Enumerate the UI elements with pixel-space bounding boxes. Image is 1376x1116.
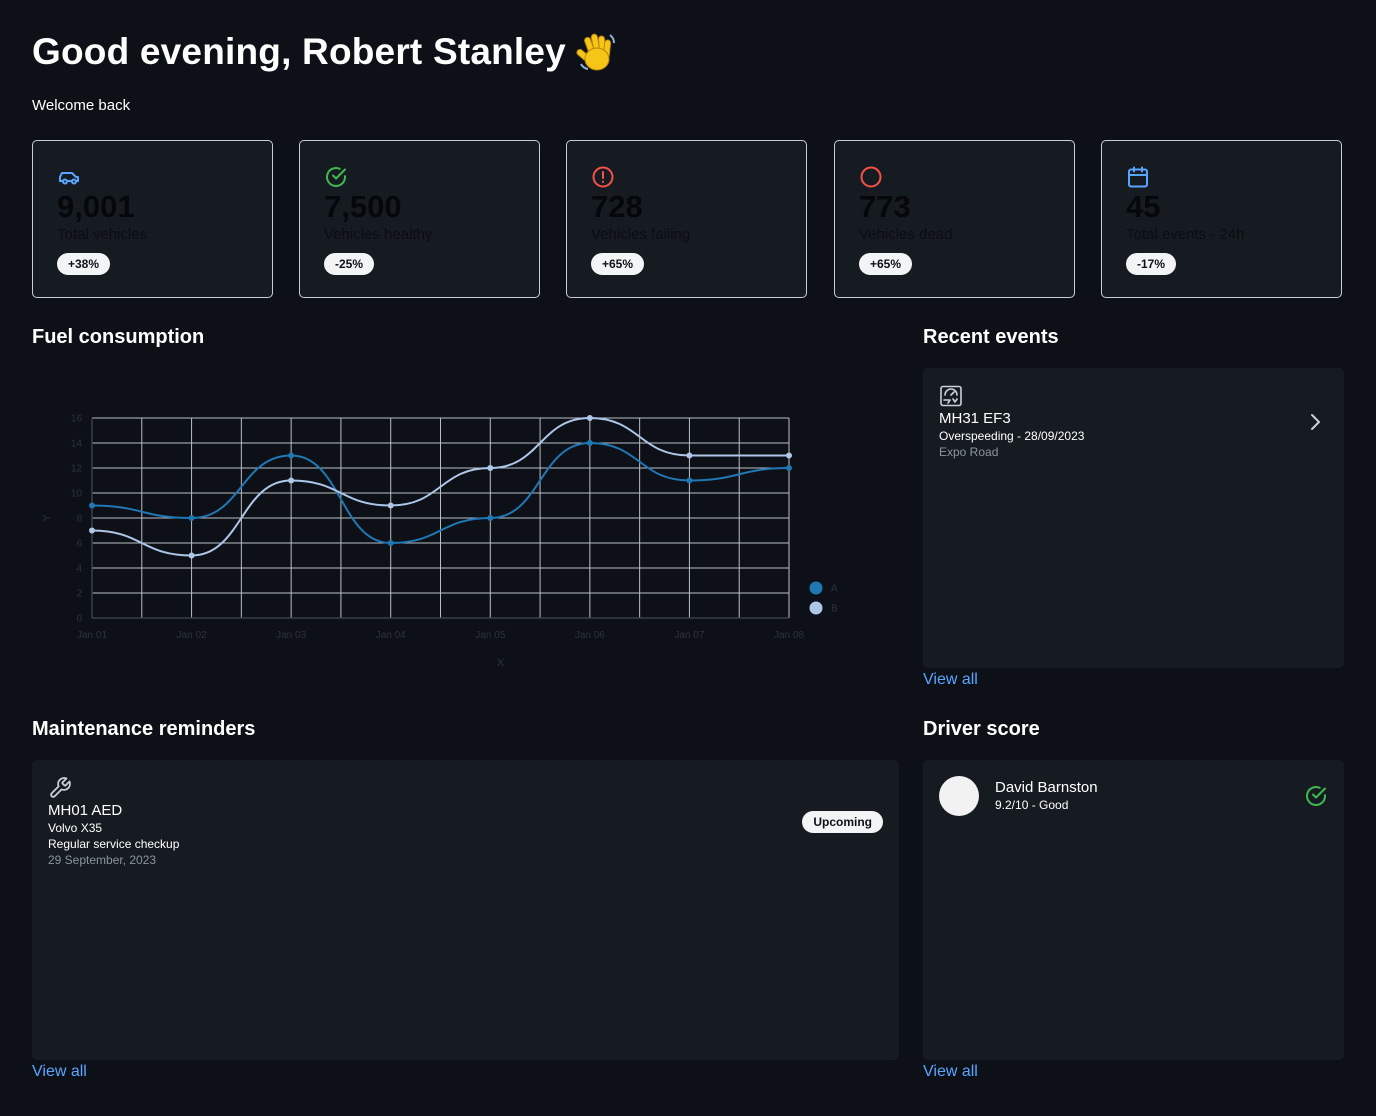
driver-score-panel: David Barnston 9.2/10 - Good bbox=[923, 760, 1344, 1060]
x-tick-label: Jan 06 bbox=[575, 630, 605, 641]
event-location: Expo Road bbox=[939, 445, 999, 459]
maintenance-task: Regular service checkup bbox=[48, 837, 180, 851]
x-tick-label: Jan 07 bbox=[674, 630, 704, 641]
driver-name: David Barnston bbox=[995, 779, 1098, 796]
y-tick-label: 14 bbox=[71, 439, 83, 450]
maintenance-panel: MH01 AED Volvo X35 Regular service check… bbox=[32, 760, 899, 1060]
recent-events-title: Recent events bbox=[923, 326, 1059, 348]
avatar bbox=[939, 776, 979, 816]
car-icon bbox=[59, 172, 79, 185]
driver-score-title: Driver score bbox=[923, 718, 1040, 740]
stat-value: 7,500 bbox=[324, 189, 402, 224]
greeting-heading: Good evening, Robert Stanley bbox=[32, 28, 620, 76]
stat-value: 773 bbox=[859, 189, 911, 224]
y-tick-label: 10 bbox=[71, 489, 83, 500]
x-tick-label: Jan 04 bbox=[376, 630, 406, 641]
maintenance-date: 29 September, 2023 bbox=[48, 853, 157, 867]
x-tick-label: Jan 03 bbox=[276, 630, 306, 641]
stat-label: Vehicles failing bbox=[591, 226, 691, 243]
stat-card-vehicles-failing: 728 Vehicles failing +65% bbox=[566, 140, 807, 298]
data-point-A bbox=[786, 465, 792, 471]
y-tick-label: 12 bbox=[71, 464, 83, 475]
stat-value: 9,001 bbox=[57, 189, 135, 224]
legend-label-A: A bbox=[831, 584, 838, 595]
greeting-text: Good evening, Robert Stanley bbox=[32, 31, 566, 72]
x-tick-label: Jan 02 bbox=[177, 630, 207, 641]
driver-item[interactable]: David Barnston 9.2/10 - Good bbox=[923, 760, 1344, 832]
event-detail: Overspeeding - 28/09/2023 bbox=[939, 429, 1085, 443]
data-point-B bbox=[288, 477, 295, 484]
data-point-B bbox=[786, 452, 792, 459]
stat-card-vehicles-healthy: 7,500 Vehicles healthy -25% bbox=[299, 140, 540, 298]
wrench-icon bbox=[50, 777, 71, 798]
maintenance-item[interactable]: MH01 AED Volvo X35 Regular service check… bbox=[32, 760, 899, 880]
data-point-B bbox=[188, 552, 195, 559]
x-tick-label: Jan 01 bbox=[77, 630, 107, 641]
circle-icon bbox=[860, 166, 882, 188]
stat-change-badge: -25% bbox=[324, 253, 375, 275]
status-badge: Upcoming bbox=[802, 811, 883, 833]
data-point-B bbox=[586, 415, 593, 421]
stat-label: Vehicles healthy bbox=[324, 226, 433, 243]
data-point-A bbox=[188, 515, 195, 521]
y-tick-label: 4 bbox=[76, 564, 82, 575]
stat-label: Total events - 24h bbox=[1126, 226, 1245, 243]
fuel-consumption-chart: 0 2 4 6 8 10 12 14 16 Jan 01 Jan 02 Jan 03 Jan 04 Jan… bbox=[41, 414, 838, 670]
fuel-consumption-title: Fuel consumption bbox=[32, 326, 205, 348]
stat-value: 728 bbox=[591, 189, 643, 224]
data-point-A bbox=[288, 452, 295, 459]
events-view-all-link[interactable]: View all bbox=[923, 671, 978, 689]
data-point-B bbox=[487, 465, 494, 471]
y-tick-label: 6 bbox=[76, 539, 82, 550]
chevron-right-icon[interactable] bbox=[1308, 412, 1322, 432]
event-plate: MH31 EF3 bbox=[939, 410, 1011, 427]
stat-change-badge: +65% bbox=[591, 253, 645, 275]
waving-hand-icon bbox=[576, 30, 620, 74]
maintenance-plate: MH01 AED bbox=[48, 802, 123, 819]
y-tick-label: 2 bbox=[76, 589, 82, 600]
stat-change-badge: +65% bbox=[859, 253, 913, 275]
stat-card-total-events: 45 Total events - 24h -17% bbox=[1101, 140, 1342, 298]
alert-circle-icon bbox=[592, 166, 614, 188]
data-point-B bbox=[89, 527, 95, 534]
y-tick-label: 0 bbox=[76, 614, 82, 625]
legend-label-B: B bbox=[831, 604, 838, 615]
stat-label: Vehicles dead bbox=[859, 226, 953, 243]
recent-events-panel: MH31 EF3 Overspeeding - 28/09/2023 Expo … bbox=[923, 368, 1344, 668]
maintenance-reminders-title: Maintenance reminders bbox=[32, 718, 256, 740]
data-point-B bbox=[387, 502, 394, 509]
data-point-B bbox=[686, 452, 693, 459]
y-tick-label: 16 bbox=[71, 414, 83, 425]
x-tick-label: Jan 05 bbox=[475, 630, 505, 641]
welcome-subtitle: Welcome back bbox=[32, 97, 131, 114]
check-circle-icon bbox=[326, 167, 346, 187]
stat-label: Total vehicles bbox=[57, 226, 148, 243]
legend-swatch-B bbox=[809, 601, 823, 615]
speed-event-icon bbox=[940, 385, 962, 407]
data-point-A bbox=[387, 540, 394, 546]
stat-card-total-vehicles: 9,001 Total vehicles +38% bbox=[32, 140, 273, 298]
driver-view-all-link[interactable]: View all bbox=[923, 1063, 978, 1081]
stat-card-vehicles-dead: 773 Vehicles dead +65% bbox=[834, 140, 1075, 298]
x-tick-label: Jan 08 bbox=[774, 630, 804, 641]
driver-score-value: 9.2/10 - Good bbox=[995, 798, 1069, 812]
check-circle-icon bbox=[1306, 786, 1326, 806]
stat-change-badge: -17% bbox=[1126, 253, 1177, 275]
event-item[interactable]: MH31 EF3 Overspeeding - 28/09/2023 Expo … bbox=[923, 368, 1344, 468]
maintenance-model: Volvo X35 bbox=[48, 821, 103, 835]
stat-value: 45 bbox=[1126, 189, 1161, 224]
stat-change-badge: +38% bbox=[57, 253, 111, 275]
maintenance-view-all-link[interactable]: View all bbox=[32, 1063, 87, 1081]
data-point-A bbox=[686, 477, 693, 484]
legend-swatch-A bbox=[809, 581, 823, 595]
y-axis-label: Y bbox=[41, 514, 53, 522]
calendar-icon bbox=[1128, 166, 1148, 188]
y-tick-label: 8 bbox=[76, 514, 82, 525]
data-point-A bbox=[586, 440, 593, 446]
data-point-A bbox=[89, 502, 95, 509]
x-axis-label: X bbox=[497, 657, 505, 669]
data-point-A bbox=[487, 515, 494, 521]
